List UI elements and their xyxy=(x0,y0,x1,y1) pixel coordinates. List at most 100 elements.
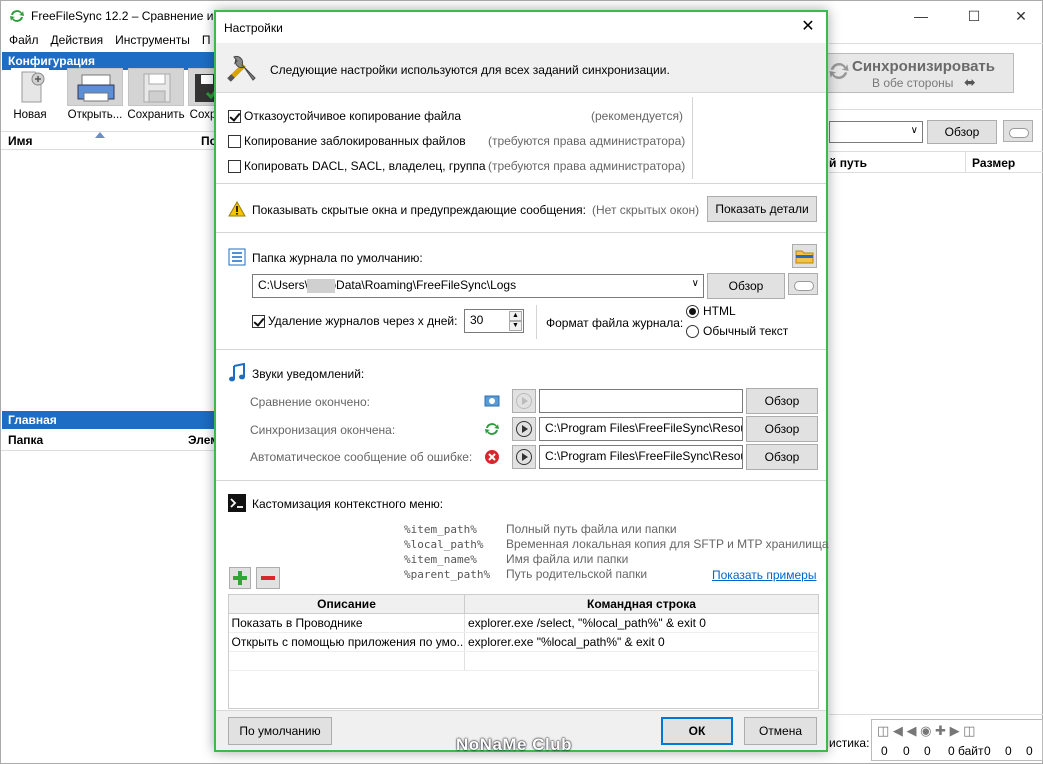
sound-error-browse[interactable]: Обзор xyxy=(746,444,818,470)
chevron-down-icon: ∨ xyxy=(691,278,699,289)
spin-up-icon[interactable]: ▲ xyxy=(509,311,522,321)
add-command-button[interactable] xyxy=(229,567,251,589)
chevron-down-icon: ∨ xyxy=(910,125,918,136)
log-folder-input[interactable]: C:\Users\ \AppData\Roaming\FreeFileSync\… xyxy=(252,274,704,298)
sound-error-path: C:\Program Files\FreeFileSync\Resou xyxy=(545,449,743,463)
save-config-button[interactable]: Сохранить xyxy=(127,68,185,124)
open-config-label: Открыть... xyxy=(67,109,123,121)
sound-sync-input[interactable]: C:\Program Files\FreeFileSync\Resou xyxy=(539,417,743,441)
row-command-empty[interactable] xyxy=(464,651,819,671)
close-window-icon[interactable]: ✕ xyxy=(998,5,1043,27)
redacted-username xyxy=(307,279,335,293)
stats-value-3: 0 xyxy=(924,744,931,758)
dialog-body: Следующие настройки используются для все… xyxy=(216,43,829,750)
macro-local-path-desc: Временная локальная копия для SFTP и MTP… xyxy=(506,537,829,551)
synchronize-button[interactable]: Синхронизировать В обе стороны ⬌ xyxy=(823,53,1014,93)
option-dacl-checkbox[interactable] xyxy=(228,160,241,173)
open-folder-button[interactable] xyxy=(792,244,817,268)
play-error-sound-button[interactable] xyxy=(512,445,536,469)
config-divider xyxy=(1,131,216,132)
option-failsafe-checkbox[interactable] xyxy=(228,110,241,123)
sounds-label: Звуки уведомлений: xyxy=(252,367,365,381)
config-col-name[interactable]: Имя xyxy=(8,134,33,148)
separator-2 xyxy=(216,232,826,233)
macro-item-name: %item_name% xyxy=(404,553,477,566)
right-col-path[interactable]: й путь xyxy=(829,156,867,170)
right-col-separator xyxy=(965,152,966,172)
printer-icon xyxy=(67,68,123,106)
row-description[interactable]: Открыть с помощью приложения по умо... xyxy=(228,632,465,652)
dialog-titlebar: Настройки ✕ xyxy=(216,12,826,43)
sound-compare-browse[interactable]: Обзор xyxy=(746,388,818,414)
option-locked-checkbox[interactable] xyxy=(228,135,241,148)
right-col-size[interactable]: Размер xyxy=(972,156,1015,170)
macro-parent-path: %parent_path% xyxy=(404,568,491,581)
delete-days-spinner[interactable]: 30 ▲ ▼ xyxy=(464,309,524,333)
watermark-text: NoNaMe Club xyxy=(456,735,572,754)
remove-command-button[interactable] xyxy=(256,567,280,589)
synchronize-subtitle: В обе стороны xyxy=(872,76,954,90)
row-command[interactable]: explorer.exe /select, "%local_path%" & e… xyxy=(464,613,819,633)
right-top-divider xyxy=(829,43,1043,44)
main-header-divider xyxy=(1,450,216,451)
table-row[interactable]: Открыть с помощью приложения по умо... e… xyxy=(228,632,819,652)
right-folder-combo[interactable]: ∨ xyxy=(829,121,923,143)
row-command[interactable]: explorer.exe "%local_path%" & exit 0 xyxy=(464,632,819,652)
new-config-button[interactable]: Новая xyxy=(1,68,59,124)
log-format-label: Формат файла журнала: xyxy=(546,316,684,330)
show-examples-link[interactable]: Показать примеры xyxy=(712,568,816,582)
maximize-icon[interactable]: ☐ xyxy=(951,5,997,27)
sound-error-input[interactable]: C:\Program Files\FreeFileSync\Resou xyxy=(539,445,743,469)
table-row[interactable]: Показать в Проводнике explorer.exe /sele… xyxy=(228,613,819,633)
sound-sync-path: C:\Program Files\FreeFileSync\Resou xyxy=(545,421,743,435)
play-sync-sound-button[interactable] xyxy=(512,417,536,441)
console-icon xyxy=(228,494,246,512)
show-details-button[interactable]: Показать детали xyxy=(707,196,817,222)
sync-gear-icon xyxy=(829,62,849,80)
format-text-radio[interactable] xyxy=(686,325,699,338)
hidden-windows-label: Показывать скрытые окна и предупреждающи… xyxy=(252,203,586,217)
sound-error-label: Автоматическое сообщение об ошибке: xyxy=(250,450,473,464)
play-compare-sound-button[interactable] xyxy=(512,389,536,413)
row-description-empty[interactable] xyxy=(228,651,465,671)
menu-actions[interactable]: Действия xyxy=(51,33,104,47)
stats-value-7: 0 xyxy=(1026,744,1033,758)
minimize-icon[interactable]: — xyxy=(898,5,944,27)
log-cloud-icon[interactable] xyxy=(788,273,818,295)
sound-sync-browse[interactable]: Обзор xyxy=(746,416,818,442)
right-cloud-icon[interactable] xyxy=(1003,120,1033,142)
right-header-top xyxy=(829,151,1043,152)
main-col-folder[interactable]: Папка xyxy=(8,433,43,447)
error-icon xyxy=(485,450,499,464)
ok-button[interactable]: ОК xyxy=(661,717,733,745)
spin-down-icon[interactable]: ▼ xyxy=(509,321,522,331)
macro-parent-path-desc: Путь родительской папки xyxy=(506,567,648,581)
option-locked-note: (требуются права администратора) xyxy=(488,134,686,148)
col-command[interactable]: Командная строка xyxy=(464,594,819,614)
macro-local-path: %local_path% xyxy=(404,538,484,551)
menu-help[interactable]: П xyxy=(202,33,211,47)
delete-logs-label: Удаление журналов через x дней: xyxy=(268,314,458,328)
format-html-radio[interactable] xyxy=(686,305,699,318)
defaults-button[interactable]: По умолчанию xyxy=(228,717,332,745)
right-header-bottom xyxy=(829,172,1043,173)
option-failsafe-label: Отказоустойчивое копирование файла xyxy=(244,109,462,123)
menu-tools[interactable]: Инструменты xyxy=(115,33,190,47)
sound-compare-input[interactable] xyxy=(539,389,743,413)
right-browse-button[interactable]: Обзор xyxy=(927,120,997,144)
table-row[interactable] xyxy=(228,651,819,671)
menu-file[interactable]: Файл xyxy=(9,33,39,47)
open-config-button[interactable]: Открыть... xyxy=(66,68,124,124)
separator-3 xyxy=(216,349,826,350)
log-browse-button[interactable]: Обзор xyxy=(707,273,785,299)
cancel-button[interactable]: Отмена xyxy=(744,717,817,745)
option-dacl-note: (требуются права администратора) xyxy=(488,159,686,173)
main-panel-header: Главная xyxy=(2,411,215,429)
sort-asc-icon xyxy=(95,132,105,138)
col-description[interactable]: Описание xyxy=(228,594,465,614)
row-description[interactable]: Показать в Проводнике xyxy=(228,613,465,633)
music-note-icon xyxy=(229,363,245,382)
main-menubar: Файл Действия Инструменты П xyxy=(1,33,216,51)
delete-logs-checkbox[interactable] xyxy=(252,315,265,328)
close-icon[interactable]: ✕ xyxy=(794,15,822,39)
